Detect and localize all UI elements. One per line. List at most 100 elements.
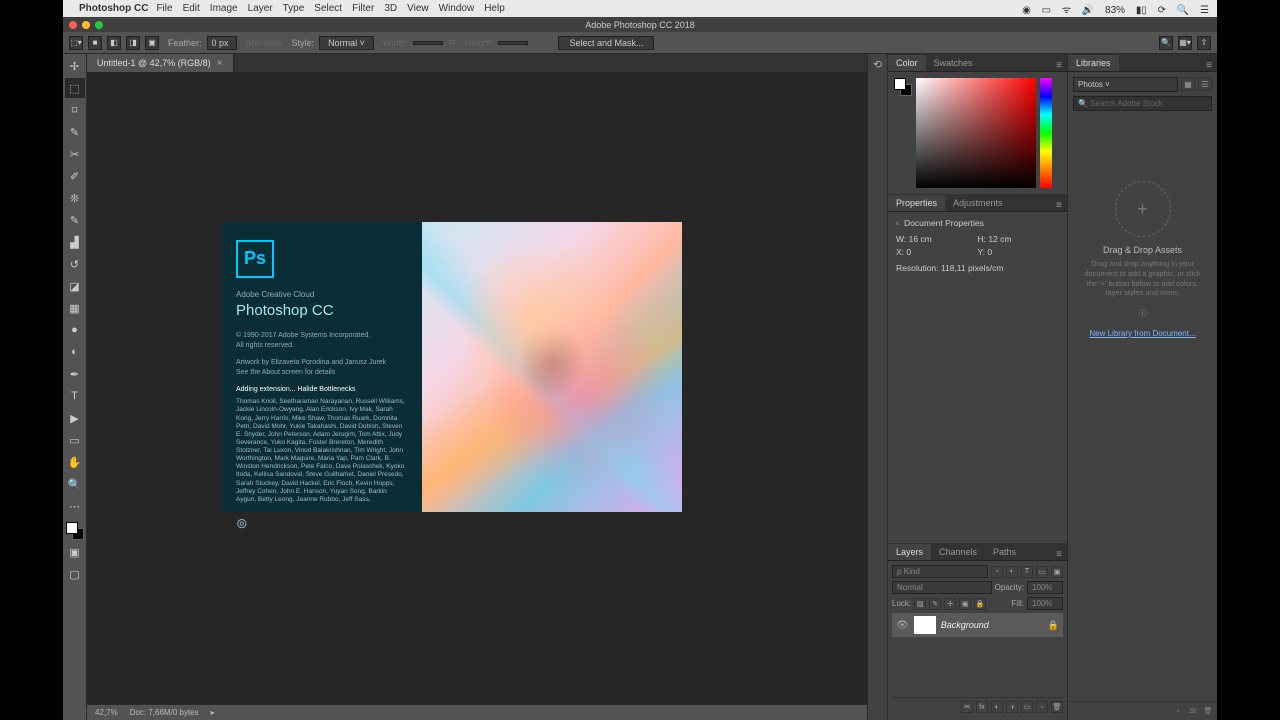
channels-tab[interactable]: Channels (931, 544, 985, 560)
status-doc[interactable]: Doc: 7,66M/0 bytes (130, 708, 199, 717)
screen-mode-tool[interactable]: ▢ (65, 564, 85, 584)
blur-tool[interactable]: ● (65, 320, 85, 340)
width-input[interactable] (413, 41, 443, 45)
close-tab-icon[interactable]: × (217, 58, 223, 69)
menu-view[interactable]: View (407, 3, 429, 14)
zoom-tool[interactable]: 🔍 (65, 474, 85, 494)
lib-stock-icon[interactable]: St (1187, 705, 1199, 717)
library-select[interactable]: Photos ˅ (1073, 77, 1178, 92)
menu-filter[interactable]: Filter (352, 3, 374, 14)
fill-input[interactable]: 100% (1027, 597, 1063, 610)
properties-panel-menu-icon[interactable]: ≡ (1051, 200, 1067, 211)
swatches-tab[interactable]: Swatches (926, 55, 981, 71)
lasso-tool[interactable]: ⌑ (65, 100, 85, 120)
status-chevron-icon[interactable]: ▸ (211, 708, 215, 717)
history-brush-tool[interactable]: ↺ (65, 254, 85, 274)
swap-wh-icon[interactable]: ⇄ (448, 37, 456, 48)
paths-tab[interactable]: Paths (985, 544, 1024, 560)
height-input[interactable] (498, 41, 528, 45)
filter-adjust-icon[interactable]: ◐ (1006, 566, 1018, 578)
volume-icon[interactable]: 🔊 (1082, 5, 1094, 16)
type-tool[interactable]: T (65, 386, 85, 406)
group-icon[interactable]: ▭ (1021, 701, 1033, 713)
shape-tool[interactable]: ▭ (65, 430, 85, 450)
adjustment-layer-icon[interactable]: ◑ (1006, 701, 1018, 713)
layer-fx-icon[interactable]: fx (976, 701, 988, 713)
lib-grid-icon[interactable]: ▦ (1181, 77, 1195, 91)
link-layers-icon[interactable]: ⫘ (961, 701, 973, 713)
healing-tool[interactable]: ❊ (65, 188, 85, 208)
menu-3d[interactable]: 3D (384, 3, 397, 14)
new-library-link[interactable]: New Library from Document... (1073, 329, 1212, 338)
status-zoom[interactable]: 42,7% (95, 708, 118, 717)
menu-select[interactable]: Select (314, 3, 342, 14)
layers-panel-menu-icon[interactable]: ≡ (1051, 549, 1067, 560)
menu-window[interactable]: Window (439, 3, 475, 14)
lock-icon[interactable]: 🔒 (974, 598, 986, 610)
color-panel-menu-icon[interactable]: ≡ (1051, 60, 1067, 71)
marquee-tool[interactable]: ⬚ (65, 78, 85, 98)
style-select[interactable]: Normal ˅ (319, 36, 374, 50)
tool-preset-icon[interactable]: ⬚▾ (69, 36, 83, 50)
filter-smart-icon[interactable]: ▣ (1051, 566, 1063, 578)
path-select-tool[interactable]: ▶ (65, 408, 85, 428)
antialias-checkbox[interactable]: Anti-alias (246, 38, 283, 48)
libraries-panel-menu-icon[interactable]: ≡ (1201, 60, 1217, 71)
brush-tool[interactable]: ✎ (65, 210, 85, 230)
color-tab[interactable]: Color (888, 55, 926, 71)
color-fg-bg-swatch[interactable] (894, 78, 912, 96)
intersect-selection-icon[interactable]: ▣ (145, 36, 159, 50)
menu-edit[interactable]: Edit (183, 3, 200, 14)
history-panel-icon[interactable]: ⟲ (873, 58, 882, 71)
library-search-input[interactable]: 🔍 Search Adobe Stock (1073, 96, 1212, 111)
document-tab[interactable]: Untitled-1 @ 42,7% (RGB/8) × (87, 54, 234, 72)
stamp-tool[interactable]: ▟ (65, 232, 85, 252)
lock-position-icon[interactable]: ✎ (929, 598, 941, 610)
color-swatch[interactable] (66, 522, 84, 540)
layer-locked-icon[interactable]: 🔒 (1048, 620, 1059, 631)
pen-tool[interactable]: ✒ (65, 364, 85, 384)
battery-icon[interactable]: ▮▯ (1136, 5, 1147, 16)
lib-list-icon[interactable]: ☰ (1198, 77, 1212, 91)
eye-icon[interactable]: ◉ (1022, 5, 1031, 16)
layer-name[interactable]: Background (941, 620, 989, 630)
opacity-input[interactable]: 100% (1027, 581, 1063, 594)
filter-type-icon[interactable]: T (1021, 566, 1033, 578)
hand-tool[interactable]: ✋ (65, 452, 85, 472)
delete-layer-icon[interactable]: 🗑 (1051, 701, 1063, 713)
subtract-selection-icon[interactable]: ◨ (126, 36, 140, 50)
move-tool[interactable]: ✢ (65, 56, 85, 76)
layer-thumbnail[interactable] (914, 616, 936, 634)
screen-icon[interactable]: ▭ (1042, 5, 1051, 16)
layer-visibility-icon[interactable]: 👁 (896, 620, 909, 631)
menu-help[interactable]: Help (484, 3, 505, 14)
filter-shape-icon[interactable]: ▭ (1036, 566, 1048, 578)
menu-icon[interactable]: ☰ (1200, 5, 1209, 16)
new-layer-icon[interactable]: ▫ (1036, 701, 1048, 713)
quick-mask-tool[interactable]: ▣ (65, 542, 85, 562)
lock-artboard-icon[interactable]: ▣ (959, 598, 971, 610)
menu-file[interactable]: File (156, 3, 172, 14)
select-and-mask-button[interactable]: Select and Mask... (558, 36, 654, 50)
hue-slider[interactable] (1040, 78, 1052, 188)
menu-layer[interactable]: Layer (248, 3, 273, 14)
eraser-tool[interactable]: ◪ (65, 276, 85, 296)
search-icon[interactable]: 🔍 (1177, 5, 1189, 16)
layer-filter-select[interactable]: ρ Kind (892, 565, 988, 578)
new-selection-icon[interactable]: ■ (88, 36, 102, 50)
color-field[interactable] (916, 78, 1036, 188)
eyedropper-tool[interactable]: ✐ (65, 166, 85, 186)
wifi-icon[interactable]: ᯤ (1062, 5, 1071, 16)
search-app-icon[interactable]: 🔍 (1159, 36, 1173, 50)
properties-tab[interactable]: Properties (888, 195, 945, 211)
lib-delete-icon[interactable]: 🗑 (1202, 705, 1214, 717)
layers-tab[interactable]: Layers (888, 544, 931, 560)
dodge-tool[interactable]: ◐ (65, 342, 85, 362)
edit-toolbar[interactable]: ⋯ (65, 496, 85, 516)
menu-image[interactable]: Image (210, 3, 238, 14)
layer-row[interactable]: 👁 Background 🔒 (892, 613, 1063, 637)
help-icon[interactable]: ⓘ (1073, 308, 1212, 319)
lib-add-icon[interactable]: ▫ (1172, 705, 1184, 717)
workspace-icon[interactable]: ▦▾ (1178, 36, 1192, 50)
lock-all-icon[interactable]: ✢ (944, 598, 956, 610)
